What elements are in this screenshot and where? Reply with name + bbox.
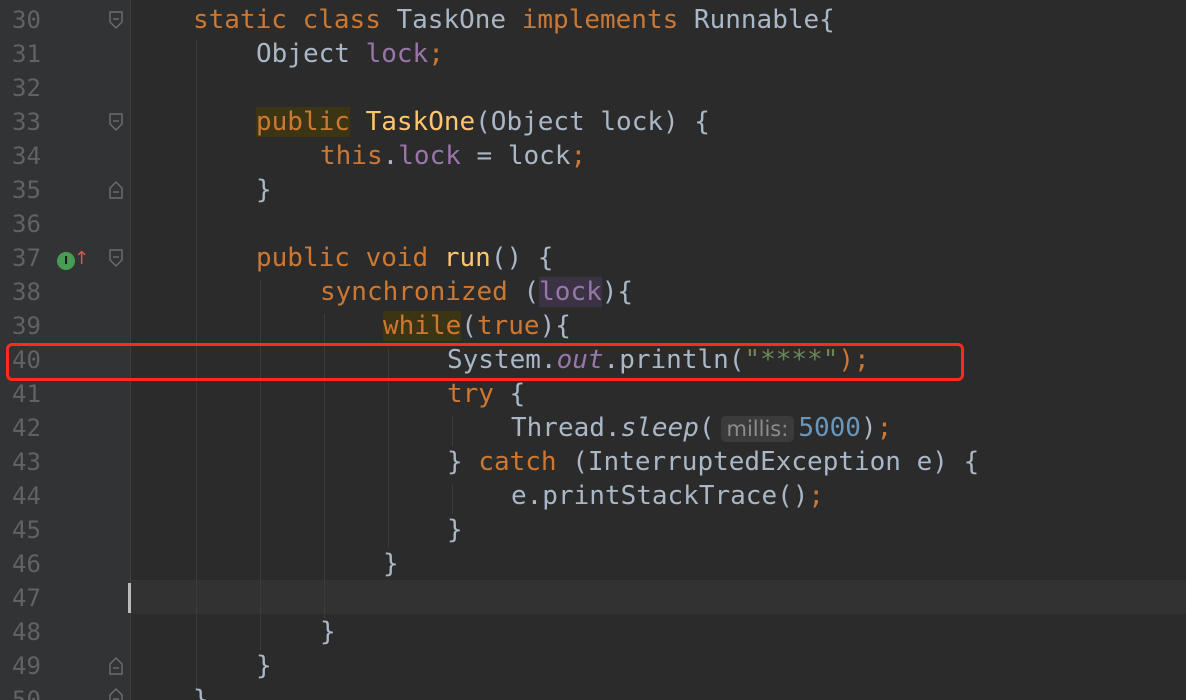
code-line-33[interactable]: public TaskOne(Object lock) { xyxy=(131,105,1186,139)
fold-close-icon[interactable] xyxy=(109,688,123,700)
override-arrow-icon[interactable]: ↑ xyxy=(74,248,89,270)
line-number: 36 xyxy=(12,210,41,238)
fold-close-icon[interactable] xyxy=(109,181,123,199)
line-number: 31 xyxy=(12,40,41,68)
code-line-34[interactable]: this.lock = lock; xyxy=(131,139,1186,173)
line-number: 35 xyxy=(12,176,41,204)
code-line-44[interactable]: e.printStackTrace(); xyxy=(131,479,1186,513)
fold-open-icon[interactable] xyxy=(109,113,123,131)
line-number: 37 xyxy=(12,244,41,272)
line-number: 47 xyxy=(12,584,41,612)
parameter-hint: millis: xyxy=(720,415,795,442)
annotation-highlight-box xyxy=(6,343,964,381)
line-number: 38 xyxy=(12,278,41,306)
line-number: 43 xyxy=(12,448,41,476)
line-number: 32 xyxy=(12,74,41,102)
code-line-41[interactable]: try { xyxy=(131,377,1186,411)
line-number: 48 xyxy=(12,618,41,646)
code-line-43[interactable]: } catch (InterruptedException e) { xyxy=(131,445,1186,479)
code-line-37[interactable]: public void run() { xyxy=(131,241,1186,275)
code-line-48[interactable]: } xyxy=(131,615,1186,649)
line-number: 41 xyxy=(12,380,41,408)
code-line-39[interactable]: while(true){ xyxy=(131,309,1186,343)
line-number: 44 xyxy=(12,482,41,510)
line-number: 50 xyxy=(12,686,41,700)
fold-open-icon[interactable] xyxy=(109,11,123,29)
code-line-45[interactable]: } xyxy=(131,513,1186,547)
implements-method-icon[interactable]: I xyxy=(57,252,75,270)
line-number: 45 xyxy=(12,516,41,544)
text-caret xyxy=(128,583,131,613)
code-line-46[interactable]: } xyxy=(131,547,1186,581)
line-number: 33 xyxy=(12,108,41,136)
code-line-42[interactable]: Thread.sleep(millis: 5000); xyxy=(131,411,1186,445)
line-number: 30 xyxy=(12,6,41,34)
line-number: 39 xyxy=(12,312,41,340)
code-line-30[interactable]: static class TaskOne implements Runnable… xyxy=(131,3,1186,37)
code-line-35[interactable]: } xyxy=(131,173,1186,207)
code-line-50[interactable]: } xyxy=(131,683,1186,700)
code-editor[interactable]: 30 31 32 33 34 35 36 37 38 39 40 41 42 4… xyxy=(0,0,1186,700)
line-number: 34 xyxy=(12,142,41,170)
line-number: 46 xyxy=(12,550,41,578)
current-line-highlight xyxy=(131,580,1186,614)
fold-close-icon[interactable] xyxy=(109,657,123,675)
code-line-38[interactable]: synchronized (lock){ xyxy=(131,275,1186,309)
code-line-31[interactable]: Object lock; xyxy=(131,37,1186,71)
line-number: 42 xyxy=(12,414,41,442)
code-line-49[interactable]: } xyxy=(131,649,1186,683)
fold-open-icon[interactable] xyxy=(109,249,123,267)
line-number: 49 xyxy=(12,652,41,680)
